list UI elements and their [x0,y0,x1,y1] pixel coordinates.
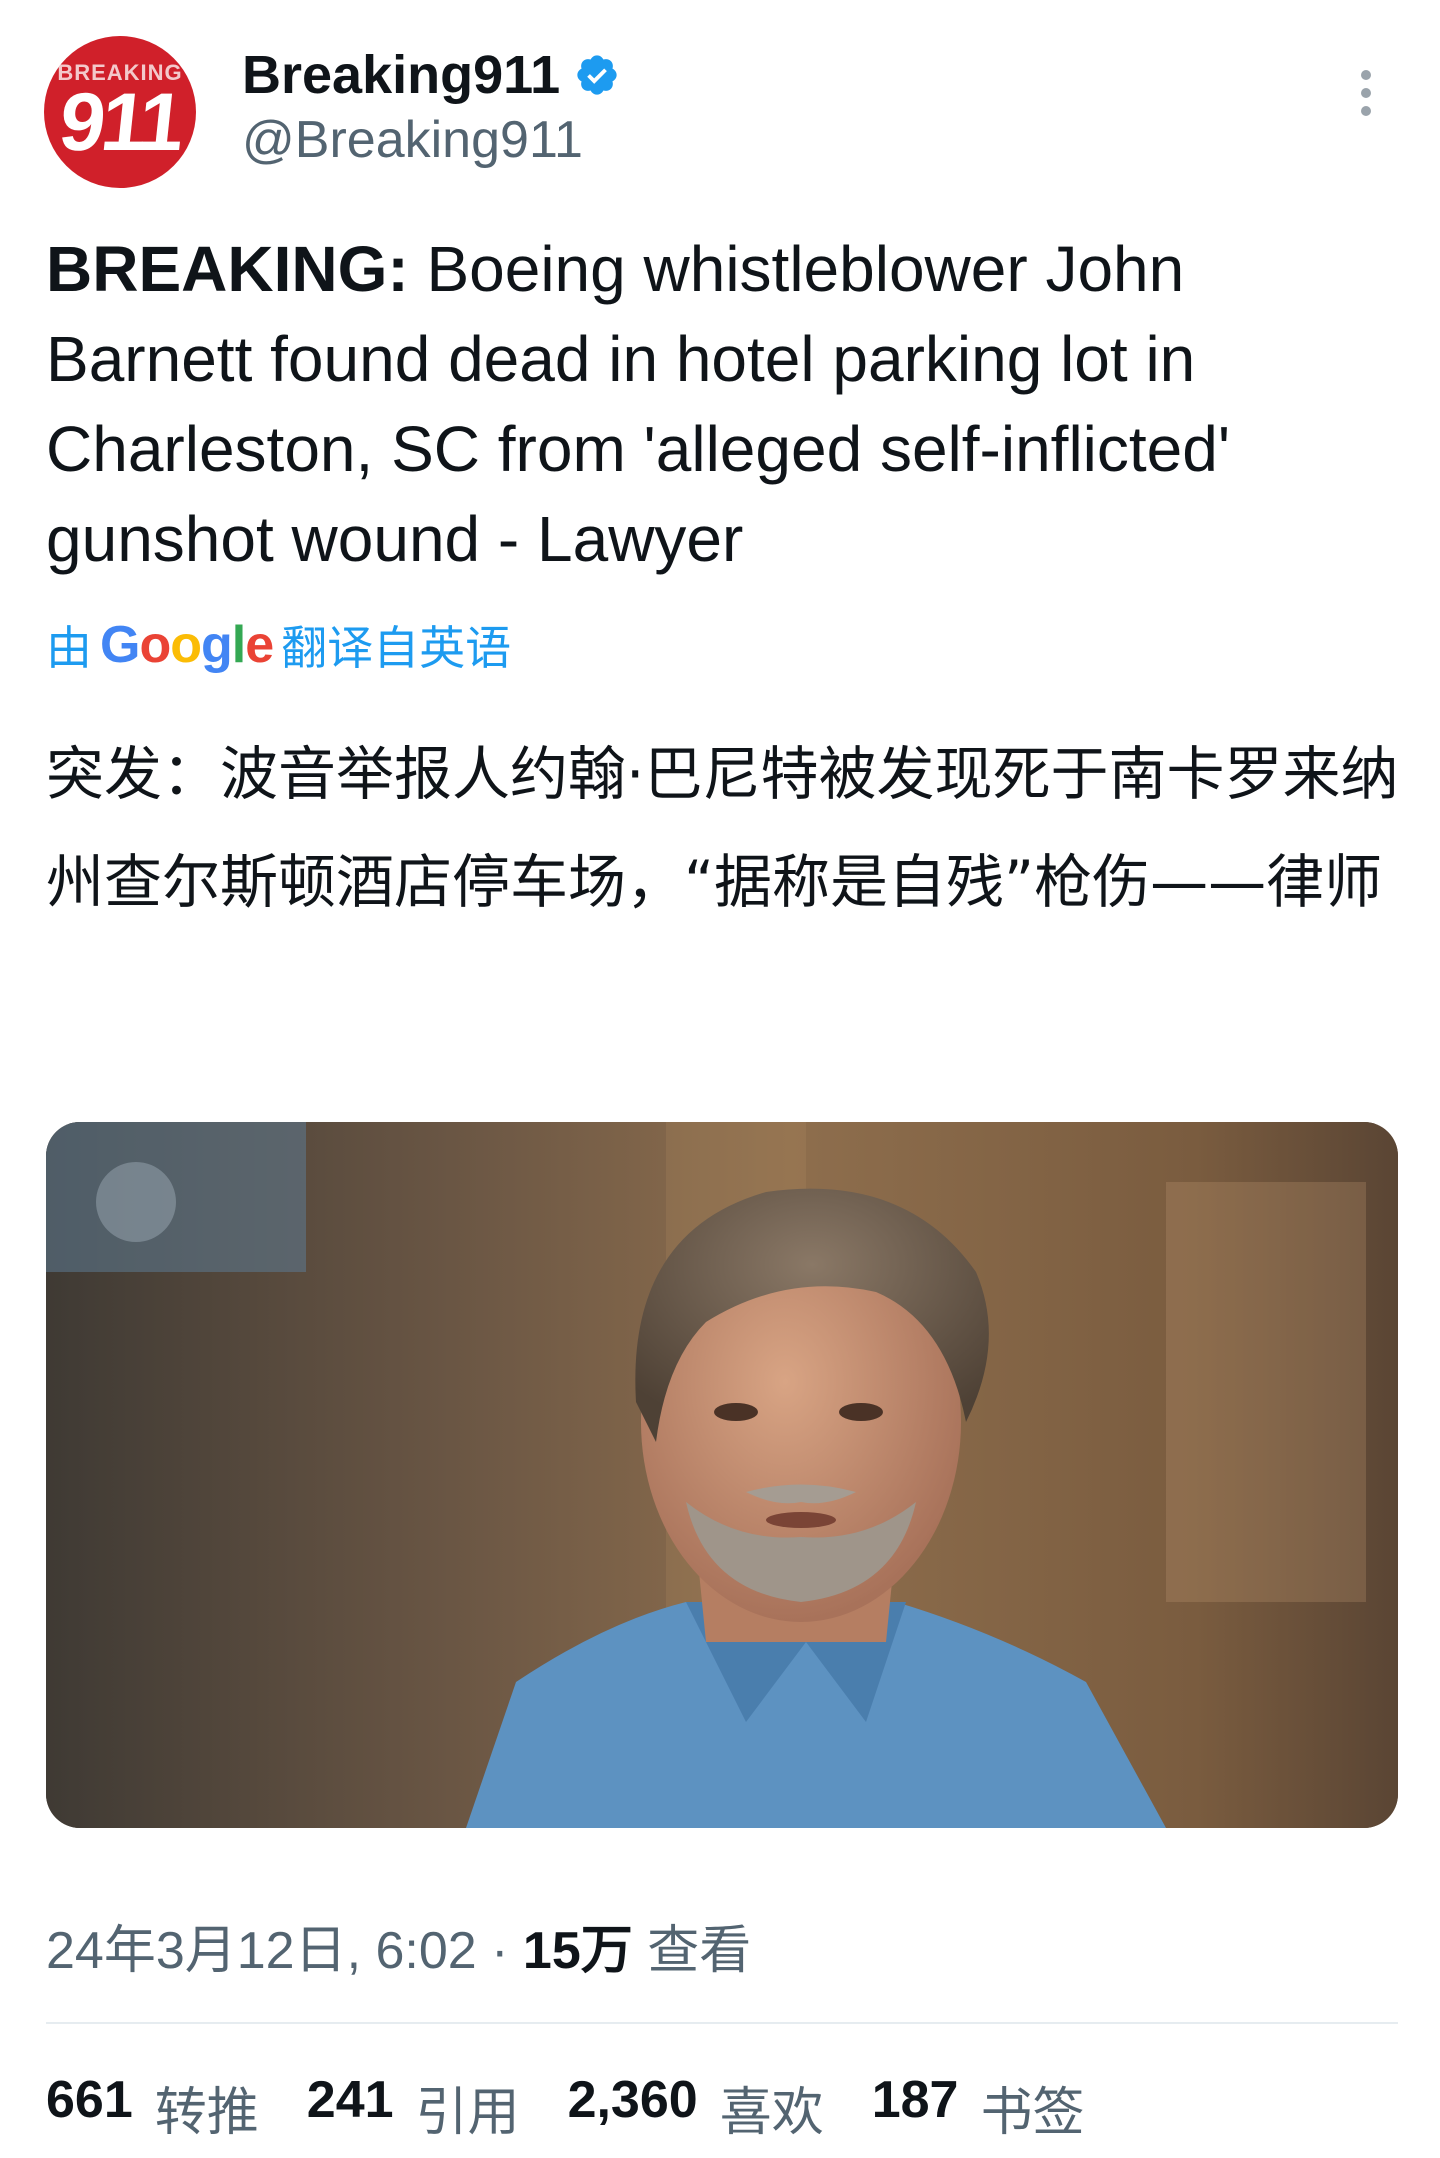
more-options-icon[interactable] [1352,70,1380,126]
views-label: 查看 [647,1922,752,1980]
stat-count: 241 [306,2071,394,2129]
photo-illustration [46,1122,1398,1828]
avatar-logo-number: 911 [55,77,185,168]
engagement-stats: 661 转推 241 引用 2,360 喜欢 187 书签 [46,2070,1085,2145]
translated-suffix: 翻译自英语 [281,622,512,674]
tweet-meta: 24年3月12日, 6:02 · 15万 查看 [46,1908,751,1983]
stat-count: 2,360 [567,2071,698,2129]
translated-by-google[interactable]: 由 Google 翻译自英语 [46,612,511,678]
stat-count: 187 [871,2071,959,2129]
timestamp[interactable]: 24年3月12日, 6:02 [46,1922,477,1980]
tweet-lead: BREAKING: [46,233,409,305]
author-display-name[interactable]: Breaking911 [242,44,620,106]
translated-prefix: 由 [46,622,92,674]
stat-bookmarks[interactable]: 187 书签 [872,2070,1085,2145]
translated-tweet-text: 突发：波音举报人约翰·巴尼特被发现死于南卡罗来纳州查尔斯顿酒店停车场，“据称是自… [46,740,1399,916]
stat-label: 书签 [980,2084,1085,2142]
stat-label: 喜欢 [719,2084,824,2142]
stat-label: 转推 [154,2084,259,2142]
stat-likes[interactable]: 2,360 喜欢 [568,2070,824,2145]
verified-badge-icon [577,55,617,95]
display-name-text: Breaking911 [242,45,561,105]
tweet-media-photo[interactable] [46,1122,1398,1828]
views-count: 15万 [522,1922,633,1980]
meta-separator: · [476,1922,523,1980]
author-handle[interactable]: @Breaking911 [242,110,583,170]
stat-quotes[interactable]: 241 引用 [307,2070,520,2145]
stat-label: 引用 [415,2084,520,2142]
tweet-text: BREAKING: Boeing whistleblower John Barn… [46,224,1396,584]
divider [46,2022,1398,2024]
stat-count: 661 [46,2071,133,2129]
stat-retweets[interactable]: 661 转推 [46,2070,259,2145]
avatar[interactable]: BREAKING 911 [44,36,196,188]
google-logo: Google [100,616,274,674]
